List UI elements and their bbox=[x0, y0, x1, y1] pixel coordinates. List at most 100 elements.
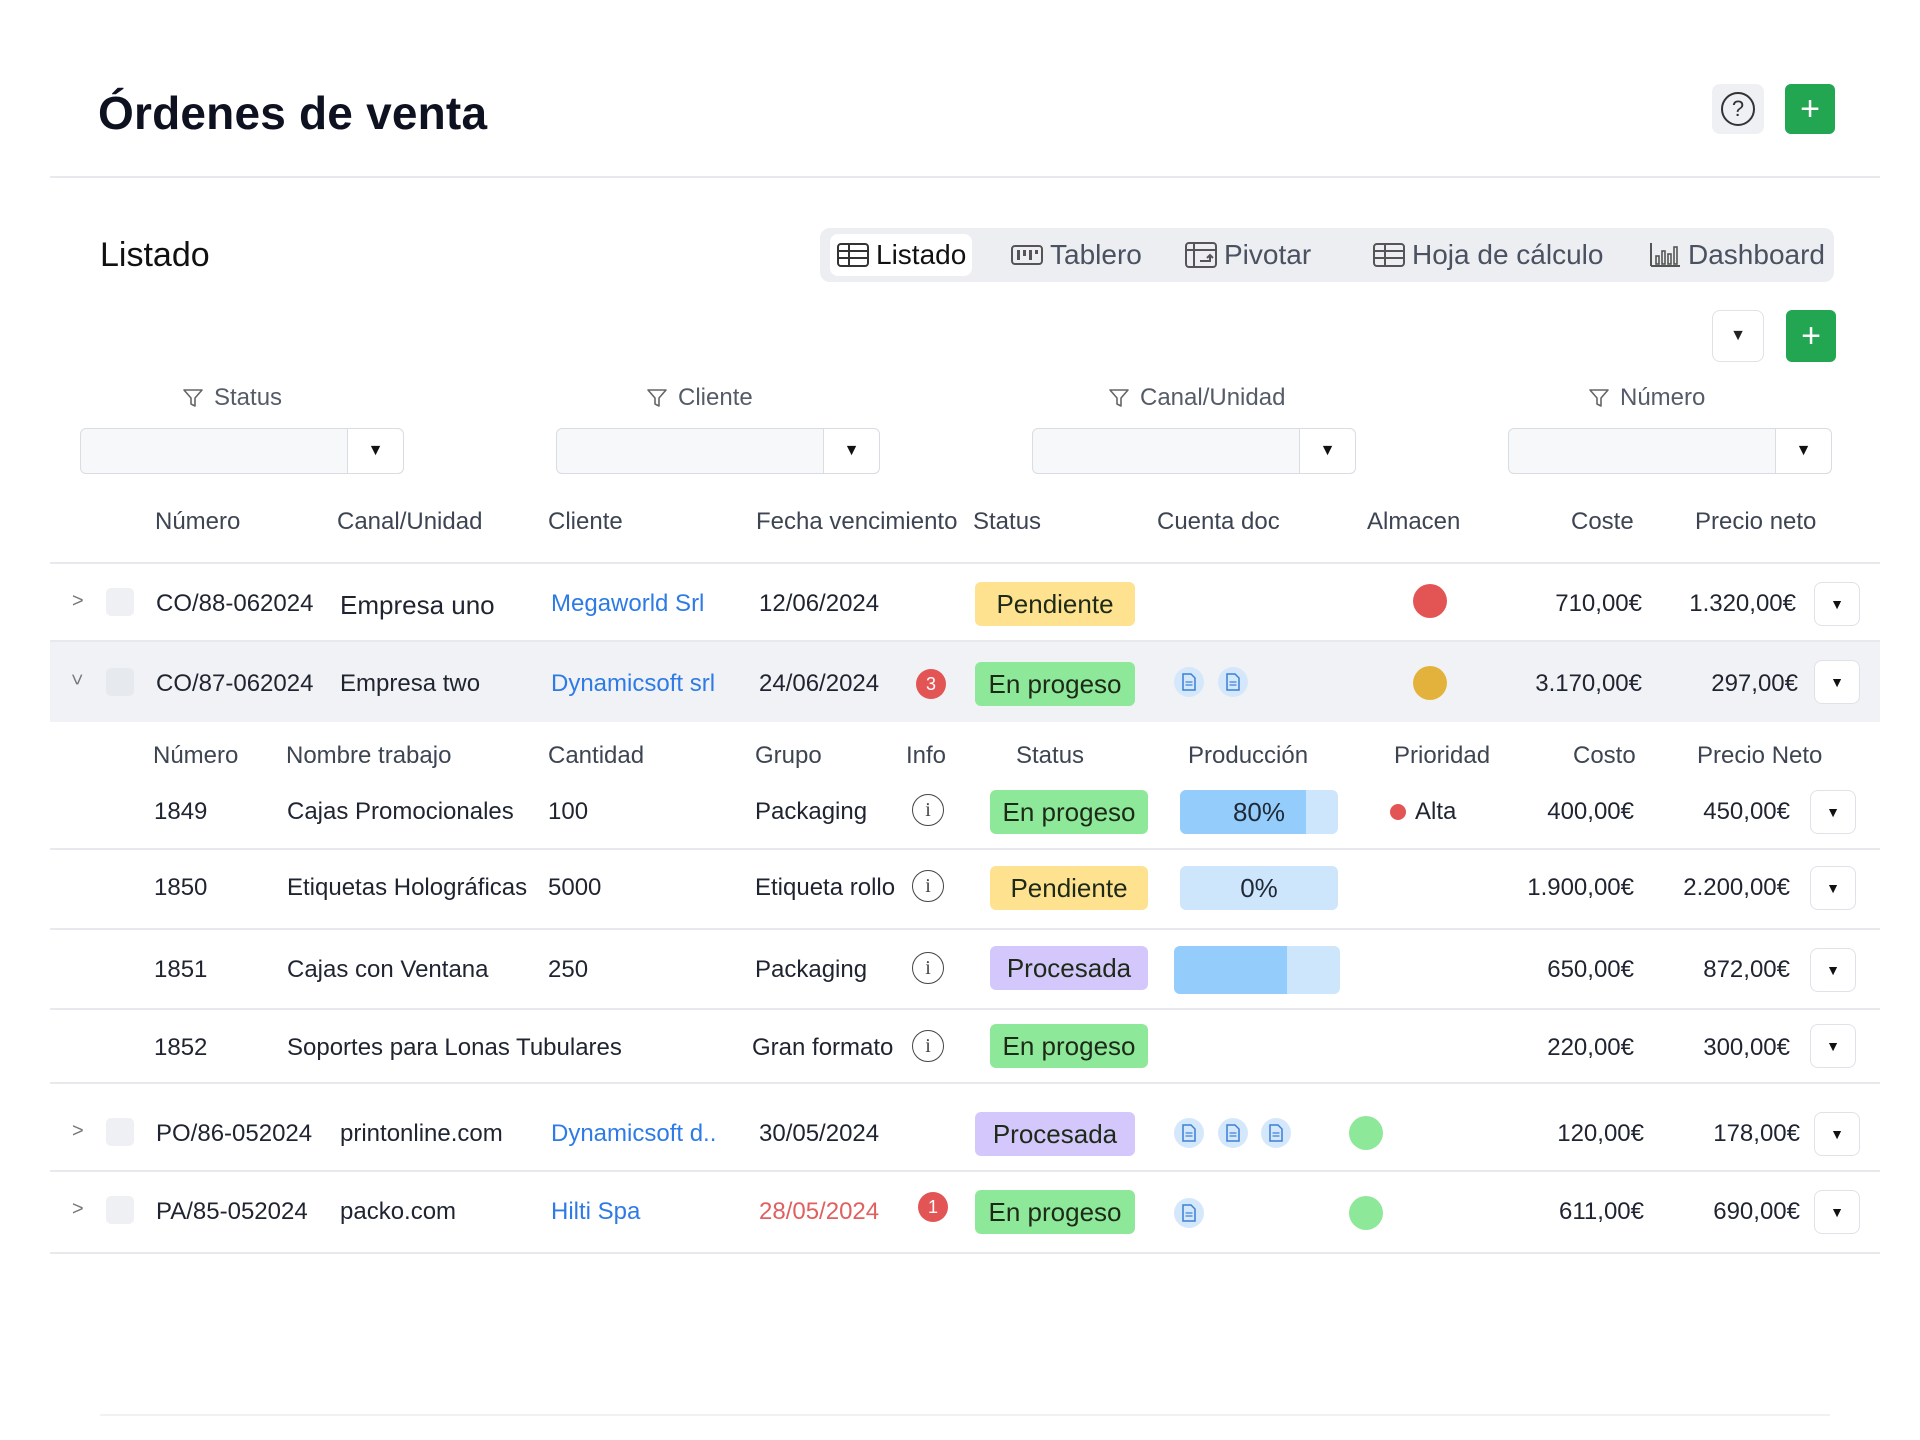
chevron-right-icon[interactable]: > bbox=[72, 1120, 84, 1143]
sub-col-header-numero[interactable]: Número bbox=[153, 742, 238, 770]
job-row[interactable]: 1849 Cajas Promocionales 100 Packaging i… bbox=[50, 786, 1880, 848]
row-actions-button[interactable]: ▼ bbox=[1814, 660, 1860, 704]
tab-hoja-de-calculo[interactable]: Hoja de cálculo bbox=[1372, 234, 1603, 276]
col-header-coste[interactable]: Coste bbox=[1571, 508, 1634, 536]
order-cliente-link[interactable]: Hilti Spa bbox=[551, 1198, 640, 1226]
document-icon[interactable] bbox=[1174, 1118, 1204, 1148]
add-order-button[interactable]: + bbox=[1785, 84, 1835, 134]
table-row[interactable]: > CO/88-062024 Empresa uno Megaworld Srl… bbox=[50, 564, 1880, 640]
table-row[interactable]: > PA/85-052024 packo.com Hilti Spa 28/05… bbox=[50, 1172, 1880, 1252]
row-checkbox[interactable] bbox=[106, 588, 134, 616]
job-actions-button[interactable]: ▼ bbox=[1810, 866, 1856, 910]
spreadsheet-icon bbox=[1373, 243, 1405, 267]
job-numero: 1852 bbox=[154, 1034, 208, 1061]
order-cliente-link[interactable]: Dynamicsoft d.. bbox=[551, 1120, 716, 1148]
info-icon[interactable]: i bbox=[912, 952, 944, 984]
tab-pivotar[interactable]: Pivotar bbox=[1184, 234, 1311, 276]
sub-col-header-costo[interactable]: Costo bbox=[1573, 742, 1636, 770]
chevron-right-icon[interactable]: > bbox=[72, 590, 84, 613]
filter-numero-select[interactable]: ▼ bbox=[1508, 428, 1832, 474]
document-icon[interactable] bbox=[1218, 1118, 1248, 1148]
job-status-badge: En progeso bbox=[990, 790, 1148, 834]
col-header-status[interactable]: Status bbox=[973, 508, 1041, 536]
tab-tablero[interactable]: Tablero bbox=[1010, 234, 1142, 276]
col-header-almacen[interactable]: Almacen bbox=[1367, 508, 1460, 536]
info-icon[interactable]: i bbox=[912, 794, 944, 826]
document-icon[interactable] bbox=[1218, 667, 1248, 697]
sub-col-header-nombre[interactable]: Nombre trabajo bbox=[286, 742, 451, 770]
job-status-badge: Procesada bbox=[990, 946, 1148, 990]
sub-col-header-precio-neto[interactable]: Precio Neto bbox=[1697, 742, 1822, 770]
tab-listado[interactable]: Listado bbox=[830, 234, 973, 276]
document-icon[interactable] bbox=[1174, 667, 1204, 697]
almacen-status-dot bbox=[1349, 1196, 1383, 1230]
order-numero: CO/88-062024 bbox=[156, 590, 314, 617]
job-row[interactable]: 1851 Cajas con Ventana 250 Packaging i P… bbox=[50, 930, 1880, 1010]
order-fecha: 12/06/2024 bbox=[759, 590, 880, 617]
job-actions-button[interactable]: ▼ bbox=[1810, 948, 1856, 992]
order-cliente-link[interactable]: Dynamicsoft srl bbox=[551, 670, 715, 698]
sub-col-header-prioridad[interactable]: Prioridad bbox=[1394, 742, 1490, 770]
tab-dashboard[interactable]: Dashboard bbox=[1648, 234, 1825, 276]
row-checkbox[interactable] bbox=[106, 1196, 134, 1224]
col-header-cuenta-doc[interactable]: Cuenta doc bbox=[1157, 508, 1280, 536]
job-nombre: Soportes para Lonas Tubulares bbox=[287, 1034, 622, 1061]
chevron-down-icon[interactable]: ▼ bbox=[823, 429, 879, 473]
status-badge: En progeso bbox=[975, 662, 1135, 706]
sub-col-header-status[interactable]: Status bbox=[1016, 742, 1084, 770]
sub-col-header-info[interactable]: Info bbox=[906, 742, 946, 770]
pivot-icon bbox=[1185, 242, 1217, 268]
document-icon[interactable] bbox=[1174, 1198, 1204, 1228]
tab-pivotar-label: Pivotar bbox=[1224, 239, 1312, 270]
tab-dashboard-label: Dashboard bbox=[1688, 239, 1825, 270]
table-row-expanded[interactable]: > CO/87-062024 Empresa two Dynamicsoft s… bbox=[50, 642, 1880, 722]
help-button[interactable]: ? bbox=[1712, 84, 1764, 134]
job-row[interactable]: 1850 Etiquetas Holográficas 5000 Etiquet… bbox=[50, 850, 1880, 928]
filter-cliente-select[interactable]: ▼ bbox=[556, 428, 880, 474]
status-badge: Pendiente bbox=[975, 582, 1135, 626]
job-status-badge: En progeso bbox=[990, 1024, 1148, 1068]
chevron-down-icon[interactable]: > bbox=[64, 674, 87, 686]
job-numero: 1849 bbox=[154, 798, 208, 825]
col-header-canal[interactable]: Canal/Unidad bbox=[337, 508, 482, 536]
info-icon[interactable]: i bbox=[912, 1030, 944, 1062]
job-actions-button[interactable]: ▼ bbox=[1810, 790, 1856, 834]
order-fecha-overdue: 28/05/2024 bbox=[759, 1198, 880, 1225]
chevron-right-icon[interactable]: > bbox=[72, 1198, 84, 1221]
info-icon[interactable]: i bbox=[912, 870, 944, 902]
row-actions-button[interactable]: ▼ bbox=[1814, 1190, 1860, 1234]
document-icon[interactable] bbox=[1261, 1118, 1291, 1148]
columns-dropdown-button[interactable]: ▼ bbox=[1712, 310, 1764, 362]
filter-canal-text: Canal/Unidad bbox=[1140, 384, 1286, 411]
col-header-numero[interactable]: Número bbox=[155, 508, 240, 536]
order-fecha: 30/05/2024 bbox=[759, 1120, 880, 1147]
bar-chart-icon bbox=[1650, 243, 1680, 267]
col-header-precio-neto[interactable]: Precio neto bbox=[1695, 508, 1816, 536]
row-actions-button[interactable]: ▼ bbox=[1814, 1112, 1860, 1156]
production-progress-bar bbox=[1174, 946, 1340, 994]
chevron-down-icon[interactable]: ▼ bbox=[1775, 429, 1831, 473]
col-header-cliente[interactable]: Cliente bbox=[548, 508, 623, 536]
sub-col-header-grupo[interactable]: Grupo bbox=[755, 742, 822, 770]
table-row[interactable]: > PO/86-052024 printonline.com Dynamicso… bbox=[50, 1084, 1880, 1170]
job-grupo: Etiqueta rollo bbox=[755, 874, 896, 901]
status-badge: Procesada bbox=[975, 1112, 1135, 1156]
row-checkbox[interactable] bbox=[106, 668, 134, 696]
row-actions-button[interactable]: ▼ bbox=[1814, 582, 1860, 626]
chevron-down-icon[interactable]: ▼ bbox=[1299, 429, 1355, 473]
add-row-button[interactable]: + bbox=[1786, 310, 1836, 362]
page-title: Órdenes de venta bbox=[98, 87, 488, 139]
sub-col-header-produccion[interactable]: Producción bbox=[1188, 742, 1308, 770]
filter-canal-select[interactable]: ▼ bbox=[1032, 428, 1356, 474]
job-actions-button[interactable]: ▼ bbox=[1810, 1024, 1856, 1068]
sub-col-header-cantidad[interactable]: Cantidad bbox=[548, 742, 644, 770]
col-header-fecha[interactable]: Fecha vencimiento bbox=[756, 508, 957, 536]
job-row[interactable]: 1852 Soportes para Lonas Tubulares Gran … bbox=[50, 1010, 1880, 1082]
priority-dot bbox=[1390, 804, 1406, 820]
order-fecha: 24/06/2024 bbox=[759, 670, 880, 697]
filter-cliente-label: Cliente bbox=[646, 384, 753, 412]
row-checkbox[interactable] bbox=[106, 1118, 134, 1146]
filter-status-select[interactable]: ▼ bbox=[80, 428, 404, 474]
order-cliente-link[interactable]: Megaworld Srl bbox=[551, 590, 704, 618]
chevron-down-icon[interactable]: ▼ bbox=[347, 429, 403, 473]
